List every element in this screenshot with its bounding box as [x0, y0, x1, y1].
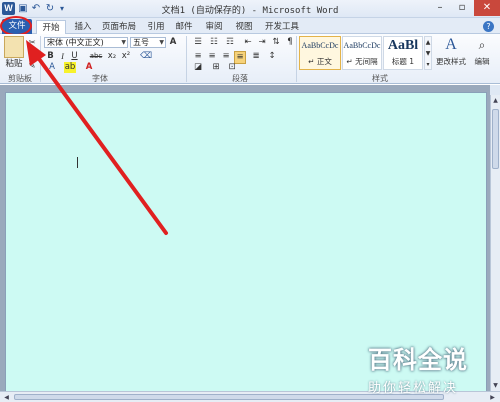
watermark-logo: 百科全说 助你轻松解决	[368, 340, 498, 396]
watermark-title: 百科全说	[368, 346, 468, 374]
word-window: W ▣ ↶ ↻ ▾ 文档1 (自动保存的) - Microsoft Word –…	[0, 0, 500, 402]
watermark-subtitle: 助你轻松解决	[368, 381, 459, 396]
